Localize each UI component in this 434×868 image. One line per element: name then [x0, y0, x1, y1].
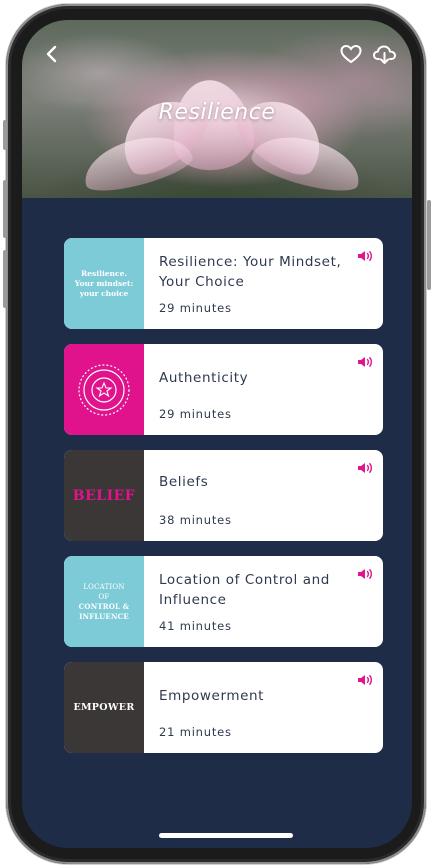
- thumbnail-text: LOCATION: [83, 582, 125, 591]
- session-duration: 29 minutes: [159, 301, 232, 315]
- speaker-icon[interactable]: [357, 567, 373, 581]
- app-screen: Resilience Resilience. Your mindset: you…: [22, 20, 412, 848]
- speaker-icon[interactable]: [357, 249, 373, 263]
- thumbnail-text: BELIEF: [72, 487, 136, 504]
- session-thumbnail: Resilience. Your mindset: your choice: [64, 238, 144, 329]
- thumbnail-text: INFLUENCE: [79, 611, 129, 621]
- session-card-location-of-control[interactable]: LOCATION OF CONTROL & INFLUENCE Location…: [64, 556, 383, 647]
- volume-down-button: [3, 250, 7, 308]
- back-button[interactable]: [40, 42, 64, 66]
- session-title: Empowerment: [159, 688, 265, 704]
- session-card-authenticity[interactable]: Authenticity 29 minutes: [64, 344, 383, 435]
- session-card-empowerment[interactable]: EMPOWER Empowerment 21 minutes: [64, 662, 383, 753]
- session-duration: 41 minutes: [159, 619, 232, 633]
- power-button: [427, 200, 431, 290]
- heart-icon: [340, 44, 362, 64]
- session-thumbnail: EMPOWER: [64, 662, 144, 753]
- download-button[interactable]: [372, 42, 397, 66]
- session-duration: 29 minutes: [159, 407, 232, 421]
- session-thumbnail: [64, 344, 144, 435]
- favorite-button[interactable]: [339, 42, 363, 66]
- thumbnail-text: CONTROL &: [78, 601, 130, 611]
- thumbnail-text: Your mindset:: [74, 278, 134, 288]
- thumbnail-text: OF: [98, 592, 110, 601]
- page-title: Resilience: [158, 100, 276, 125]
- session-title: Location of Control and Influence: [159, 572, 330, 608]
- session-duration: 21 minutes: [159, 725, 232, 739]
- thumbnail-text: EMPOWER: [73, 702, 135, 713]
- thumbnail-text: Resilience.: [81, 268, 127, 278]
- session-title: Beliefs: [159, 474, 209, 490]
- session-card-resilience[interactable]: Resilience. Your mindset: your choice Re…: [64, 238, 383, 329]
- session-thumbnail: LOCATION OF CONTROL & INFLUENCE: [64, 556, 144, 647]
- volume-up-button: [3, 180, 7, 238]
- badge-seal-icon: [78, 363, 130, 416]
- hero-banner: Resilience: [22, 20, 412, 198]
- home-indicator[interactable]: [159, 833, 293, 838]
- chevron-left-icon: [46, 45, 57, 63]
- cloud-download-icon: [372, 45, 397, 64]
- speaker-icon[interactable]: [357, 355, 373, 369]
- session-duration: 38 minutes: [159, 513, 232, 527]
- speaker-icon[interactable]: [357, 673, 373, 687]
- speaker-icon[interactable]: [357, 461, 373, 475]
- session-card-beliefs[interactable]: BELIEF Beliefs 38 minutes: [64, 450, 383, 541]
- mute-switch: [3, 120, 7, 150]
- session-title: Resilience: Your Mindset, Your Choice: [159, 254, 342, 290]
- thumbnail-text: your choice: [79, 288, 129, 298]
- session-title: Authenticity: [159, 370, 249, 386]
- session-thumbnail: BELIEF: [64, 450, 144, 541]
